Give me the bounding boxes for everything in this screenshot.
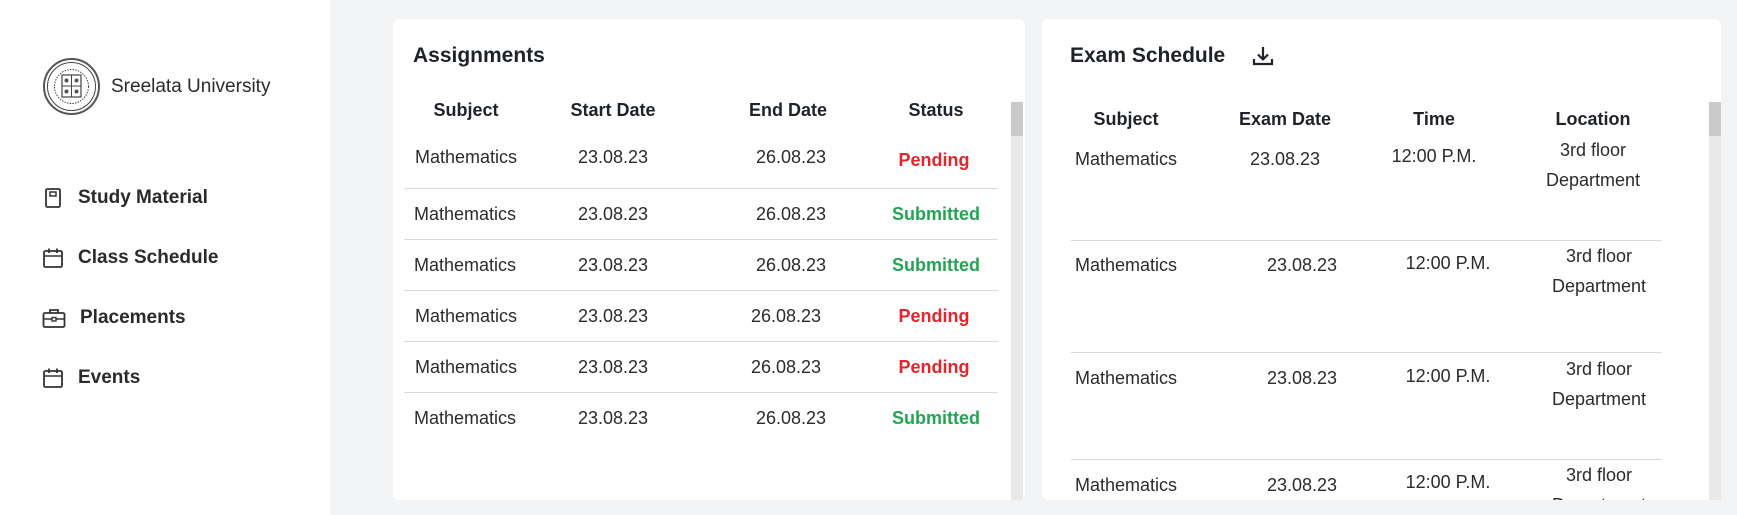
column-header-start-date: Start Date	[570, 100, 656, 120]
row-divider	[404, 188, 998, 189]
assignments-title: Assignments	[413, 44, 545, 67]
column-header-time: Time	[1413, 109, 1455, 129]
scrollbar-thumb[interactable]	[1709, 102, 1721, 136]
cell-location: 3rd floor Department	[1552, 460, 1646, 500]
exam-table-body: Mathematics 23.08.23 12:00 P.M. 3rd floo…	[1042, 137, 1702, 500]
location-line: 3rd floor	[1565, 465, 1633, 485]
location-line: Department	[1552, 490, 1646, 500]
row-divider	[404, 392, 998, 393]
sidebar-item-class-schedule[interactable]: Class Schedule	[42, 228, 218, 288]
cell-end-date: 26.08.23	[755, 255, 827, 275]
column-header-location: Location	[1555, 109, 1631, 129]
column-header-end-date: End Date	[748, 100, 828, 120]
cell-location: 3rd floor Department	[1552, 354, 1646, 414]
sidebar-item-events[interactable]: Events	[42, 348, 218, 408]
cell-subject: Mathematics	[1074, 149, 1178, 169]
location-line: Department	[1551, 276, 1647, 296]
sidebar-item-study-material[interactable]: Study Material	[42, 168, 218, 228]
cell-start-date: 23.08.23	[577, 147, 649, 167]
cell-end-date: 26.08.23	[755, 204, 827, 224]
university-logo-icon	[43, 58, 100, 115]
scrollbar-thumb[interactable]	[1011, 102, 1023, 136]
cell-exam-date: 23.08.23	[1266, 255, 1338, 275]
cell-time: 12:00 P.M.	[1391, 146, 1477, 166]
sidebar-nav: Study Material Class Schedule Placements	[42, 168, 218, 408]
sidebar-item-placements[interactable]: Placements	[42, 288, 218, 348]
brand[interactable]: Sreelata University	[43, 58, 270, 115]
row-divider	[404, 239, 998, 240]
location-line: 3rd floor	[1565, 246, 1633, 266]
status-badge: Pending	[898, 306, 970, 326]
status-badge: Submitted	[892, 255, 980, 275]
download-icon[interactable]	[1251, 44, 1275, 68]
cell-time: 12:00 P.M.	[1405, 253, 1491, 273]
sidebar-item-label: Events	[78, 367, 141, 388]
row-divider	[404, 341, 998, 342]
exam-schedule-title: Exam Schedule	[1070, 44, 1226, 67]
status-badge: Pending	[898, 150, 970, 170]
location-line: 3rd floor	[1559, 140, 1627, 160]
cell-end-date: 26.08.23	[750, 306, 822, 326]
cell-time: 12:00 P.M.	[1405, 472, 1491, 492]
sidebar: Sreelata University Study Material Class…	[0, 0, 330, 515]
exam-schedule-scrollbar[interactable]	[1709, 102, 1721, 500]
column-header-status: Status	[908, 100, 964, 120]
location-line: 3rd floor	[1565, 359, 1633, 379]
location-line: Department	[1551, 389, 1647, 409]
row-divider	[404, 290, 998, 291]
cell-subject: Mathematics	[413, 204, 517, 224]
cell-start-date: 23.08.23	[577, 306, 649, 326]
cell-location: 3rd floor Department	[1552, 241, 1646, 301]
calendar-icon	[43, 368, 63, 388]
university-name: Sreelata University	[111, 75, 271, 97]
cell-start-date: 23.08.23	[577, 408, 649, 428]
cell-exam-date: 23.08.23	[1249, 149, 1321, 169]
exam-schedule-header: Exam Schedule	[1070, 44, 1275, 68]
cell-subject: Mathematics	[414, 357, 518, 377]
assignments-scrollbar[interactable]	[1011, 102, 1023, 500]
cell-location: 3rd floor Department	[1546, 137, 1640, 195]
cell-end-date: 26.08.23	[750, 357, 822, 377]
location-line: Department	[1545, 170, 1641, 190]
briefcase-icon	[42, 309, 66, 328]
cell-end-date: 26.08.23	[755, 147, 827, 167]
column-header-subject: Subject	[433, 100, 499, 120]
cell-exam-date: 23.08.23	[1266, 475, 1338, 495]
cell-subject: Mathematics	[414, 147, 518, 167]
cell-start-date: 23.08.23	[577, 204, 649, 224]
cell-subject: Mathematics	[1074, 255, 1178, 275]
status-badge: Submitted	[892, 408, 980, 428]
assignments-card: Assignments Subject Start Date End Date …	[393, 19, 1025, 500]
cell-subject: Mathematics	[414, 306, 518, 326]
exam-schedule-card: Exam Schedule Subject Exam Date Time Loc…	[1042, 19, 1721, 500]
calendar-icon	[43, 248, 63, 268]
book-icon	[45, 188, 61, 208]
column-header-subject: Subject	[1093, 109, 1159, 129]
column-header-exam-date: Exam Date	[1238, 109, 1332, 129]
cell-end-date: 26.08.23	[755, 408, 827, 428]
cell-start-date: 23.08.23	[577, 357, 649, 377]
cell-subject: Mathematics	[1074, 475, 1178, 495]
sidebar-item-label: Class Schedule	[78, 247, 219, 268]
cell-time: 12:00 P.M.	[1405, 366, 1491, 386]
sidebar-item-label: Study Material	[78, 187, 208, 208]
cell-subject: Mathematics	[413, 255, 517, 275]
sidebar-item-label: Placements	[80, 307, 186, 328]
status-badge: Submitted	[892, 204, 980, 224]
cell-subject: Mathematics	[1074, 368, 1178, 388]
cell-exam-date: 23.08.23	[1266, 368, 1338, 388]
row-divider	[1071, 352, 1662, 353]
cell-subject: Mathematics	[413, 408, 517, 428]
cell-start-date: 23.08.23	[577, 255, 649, 275]
status-badge: Pending	[898, 357, 970, 377]
